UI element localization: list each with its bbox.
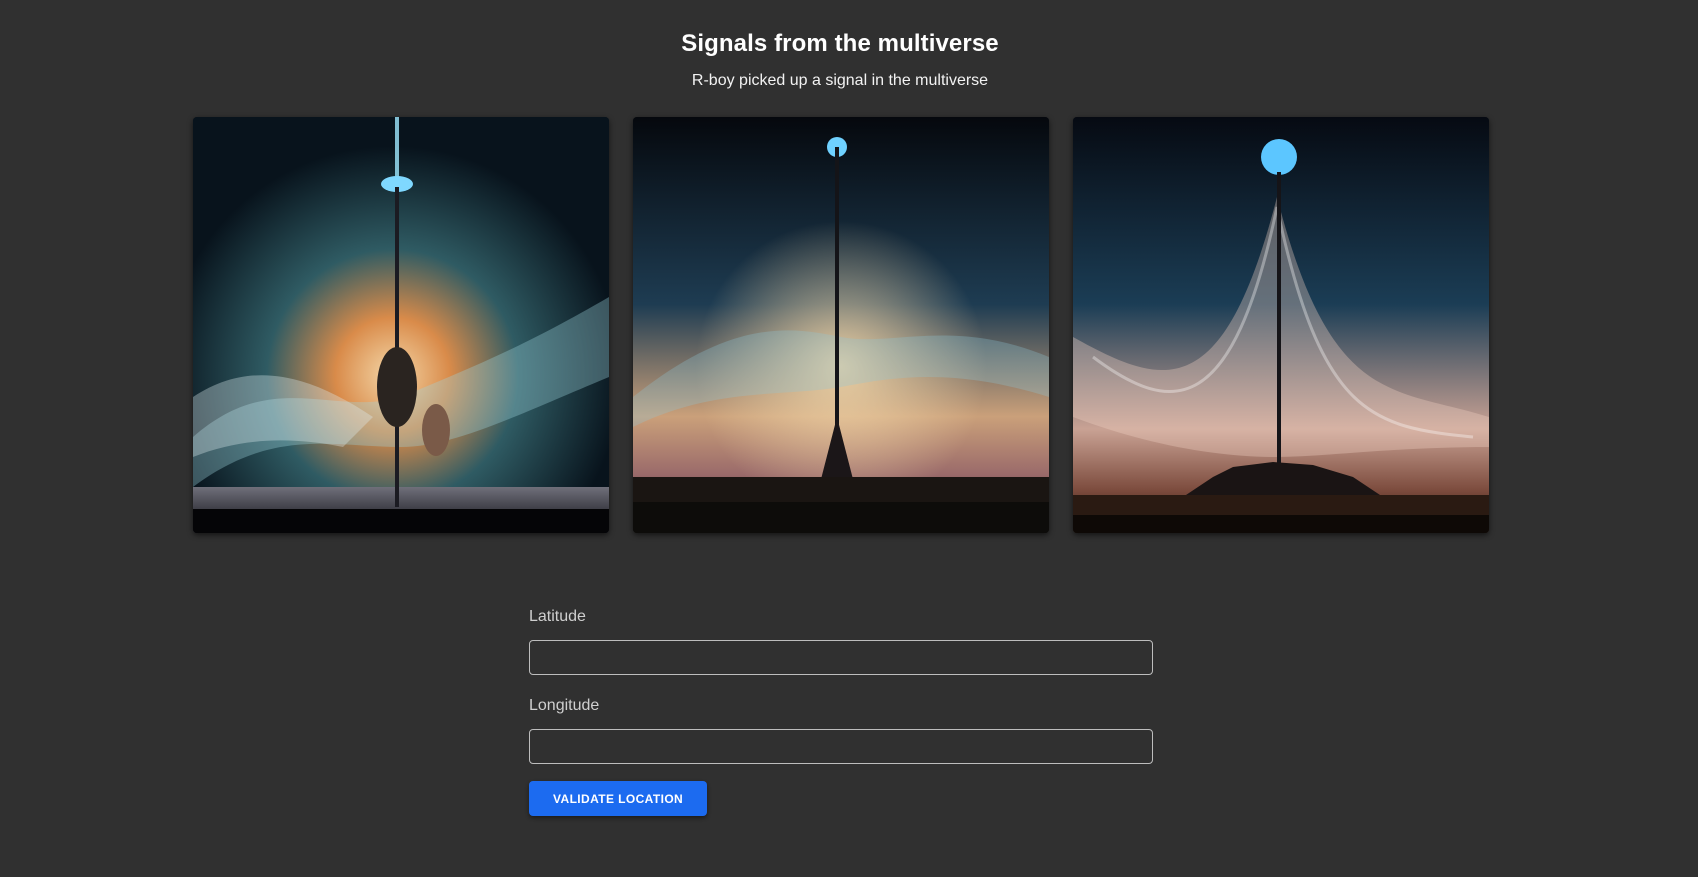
location-form: Latitude Longitude VALIDATE LOCATION <box>529 606 1153 816</box>
signal-tower-image-1 <box>193 117 609 533</box>
page-subtitle: R-boy picked up a signal in the multiver… <box>691 72 989 89</box>
signal-tower-image-2 <box>633 117 1049 533</box>
page-title: Signals from the multiverse <box>681 30 999 57</box>
longitude-label: Longitude <box>529 697 600 714</box>
image-gallery <box>193 117 1489 533</box>
latitude-input[interactable] <box>529 640 1153 675</box>
latitude-label: Latitude <box>529 608 586 625</box>
longitude-input[interactable] <box>529 729 1153 764</box>
validate-location-button[interactable]: VALIDATE LOCATION <box>529 781 708 816</box>
page: Signals from the multiverse R-boy picked… <box>0 0 1698 877</box>
signal-tower-image-3 <box>1073 117 1489 533</box>
latitude-group: Latitude <box>529 606 1153 675</box>
longitude-group: Longitude <box>529 695 1153 764</box>
